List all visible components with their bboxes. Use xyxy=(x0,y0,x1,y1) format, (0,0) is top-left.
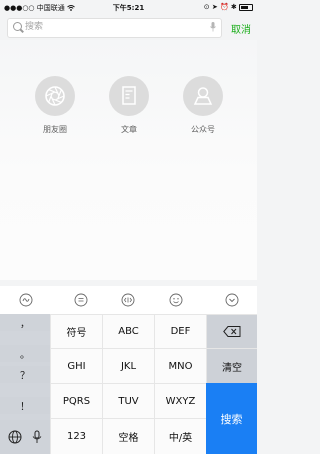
mic-icon[interactable] xyxy=(32,430,42,444)
backspace-icon xyxy=(223,326,241,337)
punct-key[interactable]: 。 xyxy=(0,345,50,362)
chat-icon[interactable] xyxy=(74,293,88,307)
punct-key[interactable]: ， xyxy=(0,314,50,331)
category-label: 公众号 xyxy=(191,125,215,134)
key[interactable]: WXYZ xyxy=(154,383,206,418)
language-toggle-key[interactable]: 中/英 xyxy=(154,418,206,454)
search-field[interactable] xyxy=(7,18,222,38)
delete-key[interactable] xyxy=(206,314,257,348)
mic-icon[interactable] xyxy=(210,22,216,32)
official-account-icon xyxy=(183,76,223,116)
status-bar: ●●●○○ 中国联通 下午5:21 ⊙ ➤ ⏰ ✱ xyxy=(0,0,257,14)
status-icons: ⊙ ➤ ⏰ ✱ xyxy=(204,3,253,11)
search-submit-key[interactable]: 搜索 xyxy=(206,383,257,454)
globe-icon[interactable] xyxy=(8,430,22,444)
key[interactable]: JKL xyxy=(102,348,154,383)
search-categories: 朋友圈 文章 公众号 xyxy=(0,40,257,280)
punct-key[interactable]: ？ xyxy=(0,366,50,383)
key[interactable]: 符号 xyxy=(50,314,102,348)
search-bar: 取消 xyxy=(0,14,257,40)
category-moments[interactable]: 朋友圈 xyxy=(25,76,85,135)
collapse-keyboard-icon[interactable] xyxy=(225,293,239,307)
battery-icon xyxy=(239,3,253,11)
space-key[interactable]: 空格 xyxy=(102,418,154,454)
key[interactable]: GHI xyxy=(50,348,102,383)
category-articles[interactable]: 文章 xyxy=(99,76,159,135)
search-icon xyxy=(13,22,22,31)
keyboard-toolbar xyxy=(0,286,257,315)
alarm-icon: ⏰ xyxy=(219,3,229,11)
key[interactable]: DEF xyxy=(154,314,206,348)
bluetooth-icon: ✱ xyxy=(230,3,237,11)
keyboard: ， 。 ？ ！ 符号 ABC DEF GHI JKL MNO 清空 PQRS T… xyxy=(0,286,257,454)
numbers-key[interactable]: 123 xyxy=(50,418,102,454)
punct-key[interactable]: ！ xyxy=(0,397,50,414)
key[interactable]: TUV xyxy=(102,383,154,418)
emoji-icon[interactable] xyxy=(169,293,183,307)
key[interactable]: ABC xyxy=(102,314,154,348)
globe-mic-keys xyxy=(0,420,50,454)
category-label: 文章 xyxy=(121,125,137,134)
cancel-button[interactable]: 取消 xyxy=(231,21,251,36)
search-input[interactable] xyxy=(25,20,205,34)
cursor-move-icon[interactable] xyxy=(121,293,135,307)
clear-key[interactable]: 清空 xyxy=(206,348,257,383)
lock-icon: ⊙ xyxy=(203,3,210,11)
article-icon xyxy=(109,76,149,116)
key[interactable]: MNO xyxy=(154,348,206,383)
handwriting-icon[interactable] xyxy=(19,293,33,307)
key[interactable]: PQRS xyxy=(50,383,102,418)
moments-aperture-icon xyxy=(35,76,75,116)
category-official-accounts[interactable]: 公众号 xyxy=(173,76,233,135)
category-label: 朋友圈 xyxy=(43,125,67,134)
location-icon: ➤ xyxy=(211,3,218,11)
